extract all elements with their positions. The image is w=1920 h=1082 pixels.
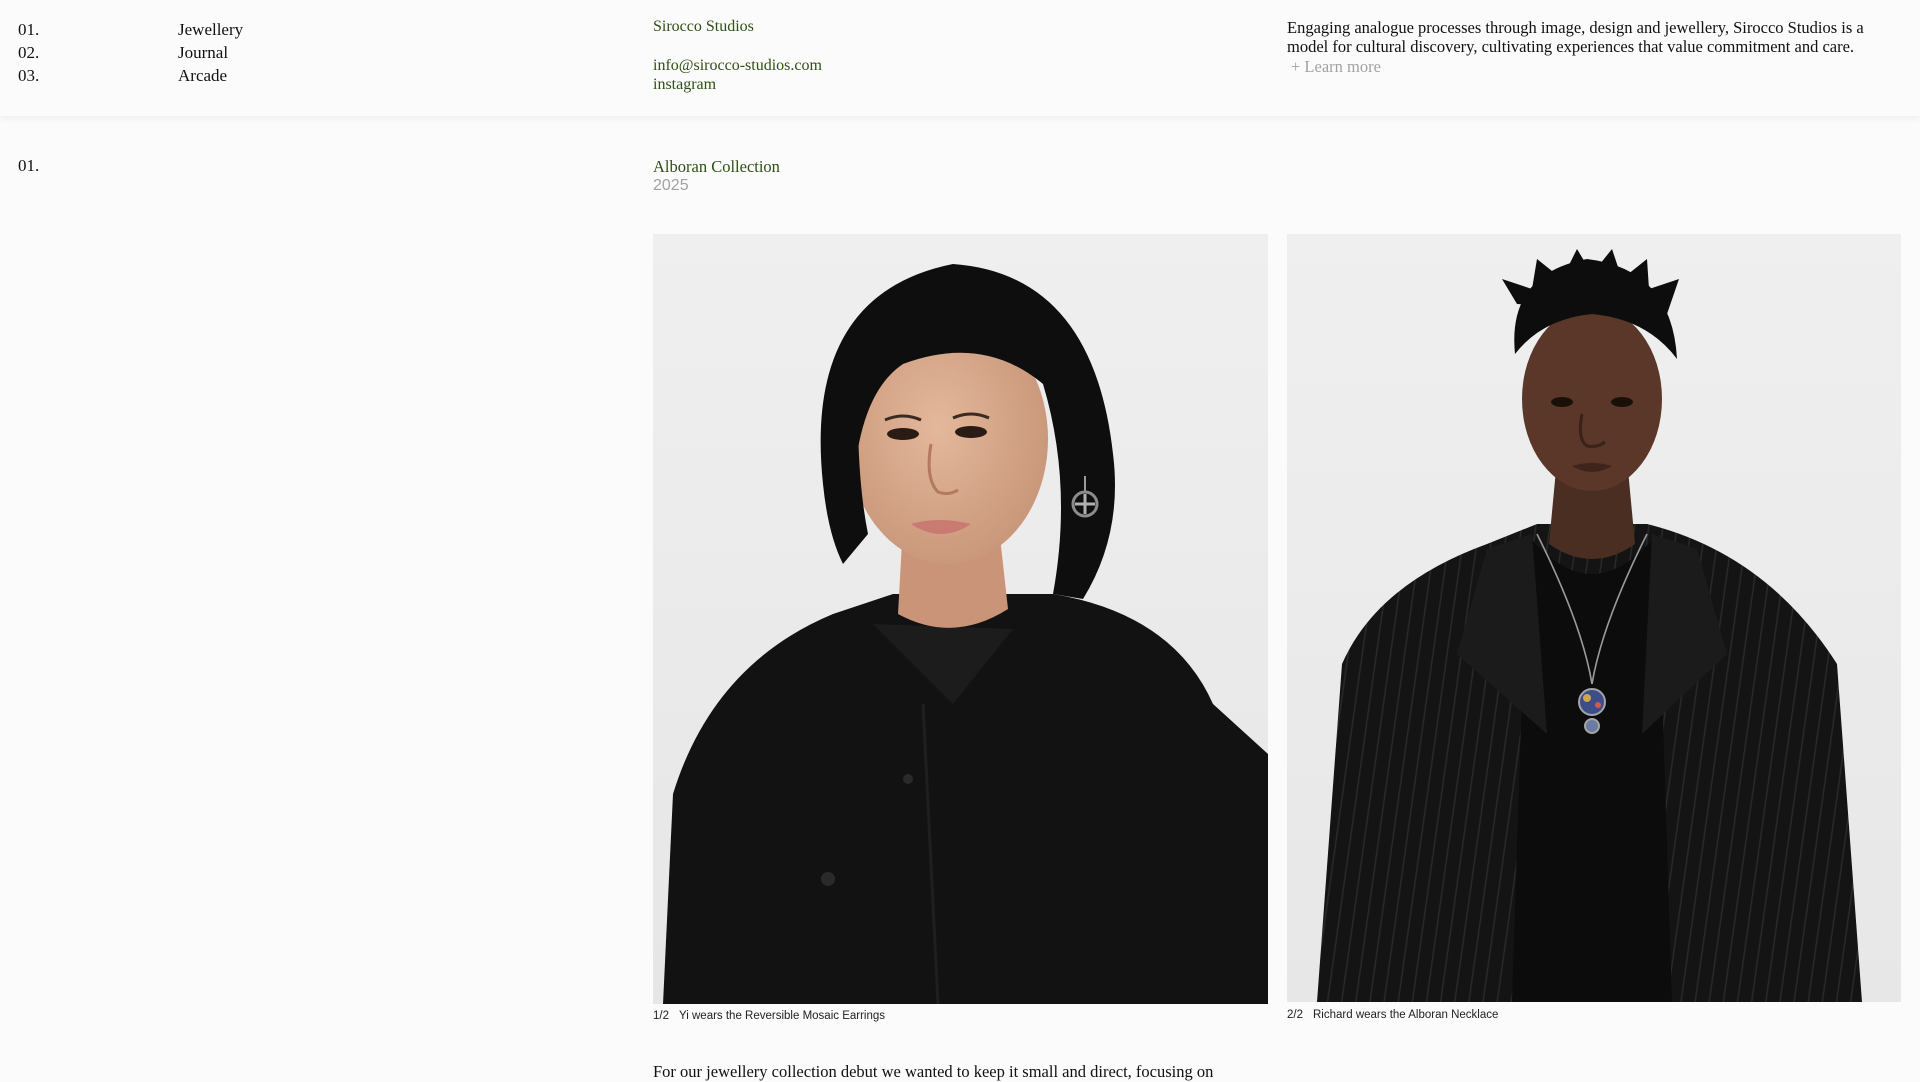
section-number: 01. (18, 156, 40, 175)
nav-item-arcade[interactable]: 03. Arcade (18, 64, 243, 87)
main-nav: 01. Jewellery 02. Journal 03. Arcade (18, 18, 243, 87)
photo-yi-earrings[interactable] (653, 234, 1268, 1004)
brand-contact: Sirocco Studios info@sirocco-studios.com… (653, 17, 822, 94)
nav-item-jewellery[interactable]: 01. Jewellery (18, 18, 243, 41)
brand-name-link[interactable]: Sirocco Studios (653, 17, 822, 36)
nav-item-number: 01. (18, 20, 40, 39)
nav-item-number: 02. (18, 43, 40, 62)
about-text: Engaging analogue processes through imag… (1287, 18, 1864, 56)
caption-index: 1/2 (653, 1010, 669, 1022)
caption-index: 2/2 (1287, 1009, 1303, 1021)
instagram-link[interactable]: instagram (653, 75, 822, 94)
nav-item-label[interactable]: Jewellery (178, 18, 243, 41)
photo-caption: 2/2 Richard wears the Alboran Necklace (1287, 1009, 1498, 1021)
photo-caption: 1/2 Yi wears the Reversible Mosaic Earrin… (653, 1010, 885, 1022)
caption-text: Richard wears the Alboran Necklace (1313, 1009, 1499, 1021)
nav-item-label[interactable]: Arcade (178, 64, 227, 87)
caption-text: Yi wears the Reversible Mosaic Earrings (679, 1010, 886, 1022)
portrait-illustration (653, 234, 1268, 1004)
collection-title[interactable]: Alboran Collection (653, 157, 780, 176)
collection-heading: Alboran Collection 2025 (653, 157, 780, 195)
site-header: 01. Jewellery 02. Journal 03. Arcade Sir… (0, 0, 1920, 116)
portrait-illustration (1287, 234, 1901, 1002)
collection-intro-text: For our jewellery collection debut we wa… (653, 1062, 1214, 1081)
nav-item-journal[interactable]: 02. Journal (18, 41, 243, 64)
photo-richard-necklace[interactable] (1287, 234, 1901, 1002)
nav-item-number: 03. (18, 66, 40, 85)
collection-year: 2025 (653, 177, 689, 194)
learn-more-link[interactable]: + Learn more (1287, 57, 1381, 76)
nav-item-label[interactable]: Journal (178, 41, 228, 64)
about-blurb: Engaging analogue processes through imag… (1287, 18, 1907, 76)
email-link[interactable]: info@sirocco-studios.com (653, 56, 822, 75)
